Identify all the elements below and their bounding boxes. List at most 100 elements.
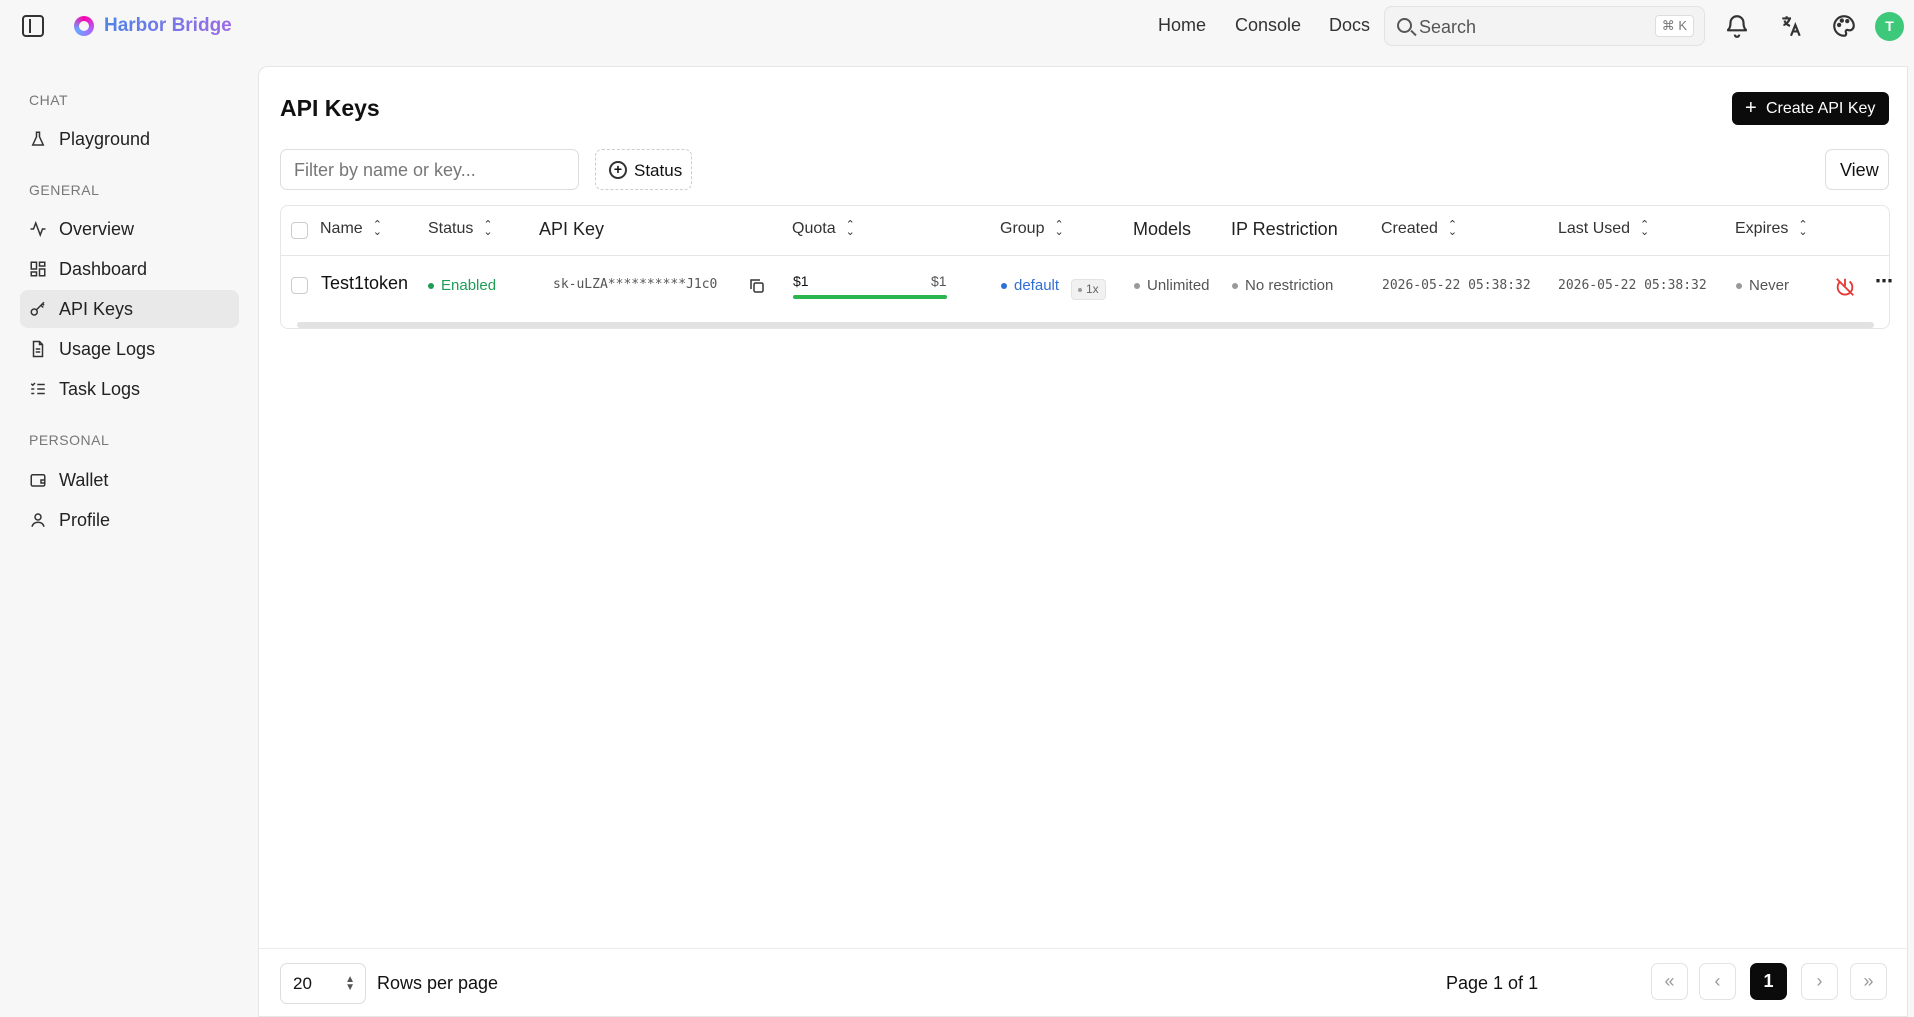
quota-progress-bar [793,295,947,299]
sidebar-toggle-icon[interactable] [22,15,44,37]
quota-total: $1 [931,273,947,289]
disable-icon[interactable] [1834,276,1856,298]
column-header-expires[interactable]: Expires ⌃ ⌄ [1735,218,1808,238]
palette-icon[interactable] [1831,13,1857,39]
select-all-checkbox[interactable] [291,222,308,239]
key-name: Test1token [321,273,409,293]
table-row: Test1token Enabled sk-uLZA**********J1c0… [281,257,1893,313]
sort-icon: ⌃ ⌄ [1798,218,1808,238]
rows-per-page-select[interactable]: 20 ▲ ▼ [280,963,366,1004]
sidebar-item-label: Profile [59,510,111,530]
status-badge: Enabled [428,277,496,294]
column-header-status[interactable]: Status ⌃ ⌄ [428,218,493,238]
expires-value: Never [1736,277,1789,294]
last-page-button[interactable]: » [1850,963,1887,1000]
create-api-key-button[interactable]: + Create API Key [1732,92,1889,125]
rows-per-page-value: 20 [293,974,312,993]
row-checkbox[interactable] [291,277,308,294]
section-label-personal: PERSONAL [29,432,110,448]
ratio-badge: 1x [1071,279,1106,300]
nav-console[interactable]: Console [1235,15,1301,36]
column-header-models: Models [1133,219,1192,239]
filter-placeholder: Filter by name or key... [294,160,476,180]
plus-circle-icon: + [609,161,627,179]
column-header-quota[interactable]: Quota ⌃ ⌄ [792,218,855,238]
rows-per-page-label: Rows per page [377,973,499,993]
translate-icon[interactable] [1778,13,1804,39]
sidebar-item-task-logs[interactable]: Task Logs [20,370,239,408]
more-actions-icon[interactable]: ⋯ [1875,271,1893,292]
column-header-ip-restriction: IP Restriction [1231,219,1338,239]
plus-icon: + [1745,97,1757,119]
filter-input[interactable]: Filter by name or key... [280,149,579,190]
sidebar-item-dashboard[interactable]: Dashboard [20,250,239,288]
sort-icon: ⌃ ⌄ [483,218,493,238]
search-icon [1397,18,1412,33]
wallet-icon [30,474,46,487]
top-bar: Harbor Bridge Home Console Docs Search ⌘… [0,0,1914,52]
sidebar-item-profile[interactable]: Profile [20,501,239,539]
activity-icon [30,220,46,238]
column-header-api-key: API Key [539,219,605,239]
first-page-button[interactable]: « [1651,963,1688,1000]
last-used-value: 2026-05-22 05:38:32 [1558,278,1707,293]
page-title: API Keys [280,95,380,121]
sort-icon: ⌃ ⌄ [1054,218,1064,238]
sidebar-item-wallet[interactable]: Wallet [20,461,239,499]
sort-icon: ⌃ ⌄ [845,218,855,238]
next-page-button[interactable]: › [1801,963,1838,1000]
horizontal-scrollbar[interactable] [297,322,1874,328]
sidebar-item-label: Wallet [59,470,109,490]
group-value: default [1001,277,1059,294]
dashboard-icon [30,261,46,277]
column-header-last-used[interactable]: Last Used ⌃ ⌄ [1558,218,1650,238]
models-value: Unlimited [1134,277,1210,294]
key-icon [30,301,45,316]
column-header-group[interactable]: Group ⌃ ⌄ [1000,218,1064,238]
sort-icon: ⌃ ⌄ [1640,218,1650,238]
api-key-value: sk-uLZA**********J1c0 [553,277,718,292]
ip-restriction-value: No restriction [1232,277,1333,294]
status-filter-label: Status [634,161,683,180]
user-icon [31,513,45,527]
main-content: API Keys + Create API Key Filter by name… [258,66,1909,1017]
search-placeholder: Search [1419,17,1477,37]
sort-icon: ⌃ ⌄ [372,218,382,238]
column-header-name[interactable]: Name ⌃ ⌄ [320,218,382,238]
bell-icon[interactable] [1724,13,1750,39]
section-label-general: GENERAL [29,182,100,198]
sidebar-item-label: Overview [59,219,135,239]
previous-page-button[interactable]: ‹ [1699,963,1736,1000]
sidebar-item-label: Usage Logs [59,339,156,359]
created-value: 2026-05-22 05:38:32 [1382,278,1531,293]
sidebar-item-label: Task Logs [59,379,141,399]
sidebar-item-usage-logs[interactable]: Usage Logs [20,330,239,368]
sort-icon: ⌃ ⌄ [1447,218,1458,238]
status-filter-button[interactable]: + Status [595,149,692,190]
search-input[interactable]: Search ⌘ K [1384,6,1705,46]
document-icon [32,340,44,358]
view-options-button[interactable]: View [1825,149,1889,190]
copy-icon[interactable] [748,277,766,295]
avatar[interactable]: T [1875,12,1904,41]
brand-name[interactable]: Harbor Bridge [104,15,232,37]
sidebar: CHAT Playground GENERAL Overview Dashboa… [0,52,258,1017]
sidebar-item-label: Playground [59,129,151,149]
column-header-created[interactable]: Created ⌃ ⌄ [1381,218,1458,238]
quota-used: $1 [793,273,809,289]
api-keys-table: Name ⌃ ⌄ Status ⌃ ⌄ API Key Quota ⌃ ⌄ Group ⌃ ⌄ … [280,205,1893,329]
sidebar-item-overview[interactable]: Overview [20,210,239,248]
page-button-current[interactable]: 1 [1750,963,1787,1000]
nav-home[interactable]: Home [1158,15,1206,36]
logo-icon [74,16,94,36]
table-header: Name ⌃ ⌄ Status ⌃ ⌄ API Key Quota ⌃ ⌄ Group ⌃ ⌄ … [281,206,1889,256]
chevron-updown-icon: ▲ ▼ [345,974,355,993]
sidebar-item-playground[interactable]: Playground [20,120,239,158]
sidebar-item-label: API Keys [59,299,134,319]
flask-icon [31,131,45,146]
page-info: Page 1 of 1 [1446,973,1539,993]
view-label: View [1840,160,1879,180]
sidebar-item-api-keys[interactable]: API Keys [20,290,239,328]
section-label-chat: CHAT [29,92,69,108]
nav-docs[interactable]: Docs [1329,15,1370,36]
